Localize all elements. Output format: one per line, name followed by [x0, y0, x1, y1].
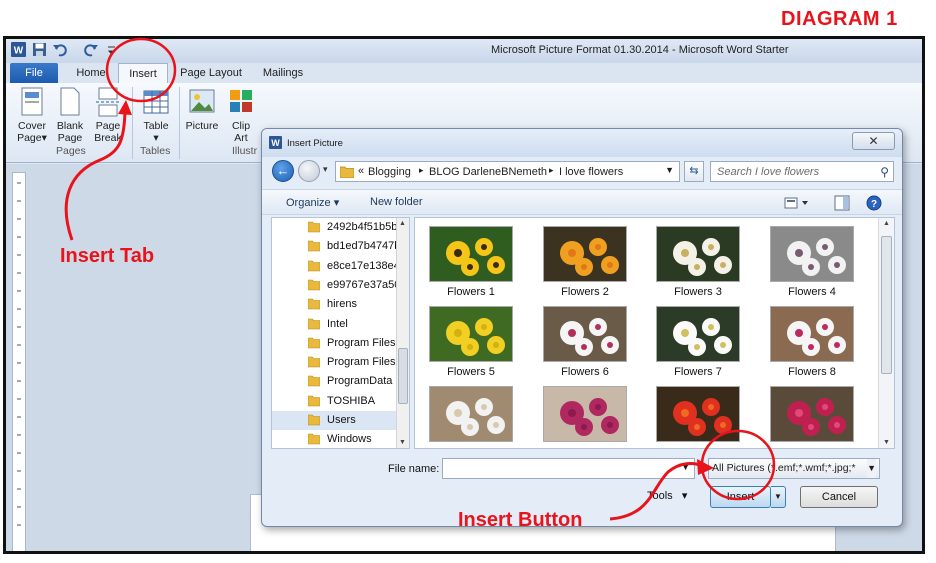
- insert-button-arrowhead: [697, 459, 714, 475]
- insert-tab-annotation: Insert Tab: [60, 245, 155, 267]
- insert-tab-arrowhead: [118, 100, 132, 115]
- insert-tab-highlight-circle: [105, 37, 177, 103]
- insert-button-annotation: Insert Button: [458, 509, 583, 531]
- annotation-overlay: [64, 37, 776, 521]
- insert-tab-arrow: [64, 111, 127, 241]
- insert-button-arrow: [609, 462, 703, 521]
- insert-button-highlight-circle: [700, 429, 776, 501]
